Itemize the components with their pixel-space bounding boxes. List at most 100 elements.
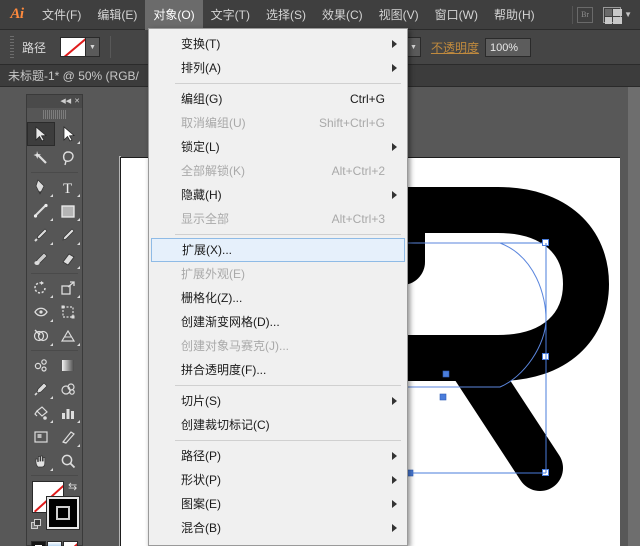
shape-builder-tool[interactable] xyxy=(27,324,55,348)
tools-panel-header[interactable]: ◀◀ ✕ xyxy=(27,95,82,108)
menu-option-0[interactable]: 变换(T) xyxy=(149,32,407,56)
rotate-tool[interactable] xyxy=(27,276,55,300)
submenu-arrow-icon xyxy=(392,452,397,460)
gradient-swatch-button[interactable] xyxy=(47,541,62,546)
menubar-divider xyxy=(572,5,574,24)
options-bar-grip[interactable] xyxy=(10,36,14,58)
chevron-down-icon[interactable]: ▼ xyxy=(624,10,632,19)
symbol-sprayer-tool[interactable] xyxy=(27,353,55,377)
menu-bar-item-0[interactable]: 文件(F) xyxy=(34,0,89,30)
close-icon[interactable]: ✕ xyxy=(74,98,80,105)
selection-tool[interactable] xyxy=(27,122,55,146)
eraser-tool[interactable] xyxy=(55,247,83,271)
magic-wand-tool[interactable] xyxy=(27,146,55,170)
column-graph-tool[interactable] xyxy=(55,401,83,425)
swap-fill-stroke-icon[interactable]: ⇆ xyxy=(68,480,77,493)
menu-option-16[interactable]: 路径(P) xyxy=(149,444,407,468)
artboard-tool[interactable] xyxy=(27,425,55,449)
stroke-black-swatch-panel[interactable] xyxy=(47,497,79,529)
letter-r-artwork[interactable] xyxy=(380,172,630,502)
menu-option-label: 图案(E) xyxy=(181,497,221,511)
type-tool[interactable]: T xyxy=(55,175,83,199)
menu-option-8[interactable]: 扩展(X)... xyxy=(151,238,405,262)
gradient-tool[interactable] xyxy=(55,353,83,377)
collapse-icon[interactable]: ◀◀ xyxy=(60,98,71,105)
menu-option-20[interactable]: 封套扭曲(V) xyxy=(149,540,407,545)
tools-panel-grip[interactable] xyxy=(42,110,67,119)
color-swatch-button[interactable] xyxy=(31,541,46,546)
perspective-grid-tool[interactable] xyxy=(55,324,83,348)
live-paint-bucket-tool[interactable] xyxy=(27,401,55,425)
free-transform-tool[interactable] xyxy=(55,300,83,324)
default-fill-stroke-icon[interactable] xyxy=(31,519,42,530)
opacity-input[interactable]: 100% xyxy=(484,37,531,57)
menu-option-6[interactable]: 隐藏(H) xyxy=(149,183,407,207)
menu-bar-item-6[interactable]: 视图(V) xyxy=(371,0,427,30)
menu-option-label: 变换(T) xyxy=(181,37,221,51)
menu-option-11[interactable]: 创建渐变网格(D)... xyxy=(149,310,407,334)
menu-bar-item-8[interactable]: 帮助(H) xyxy=(486,0,543,30)
bridge-icon[interactable]: Br xyxy=(577,6,594,23)
menu-bar-item-5[interactable]: 效果(C) xyxy=(314,0,371,30)
menu-option-18[interactable]: 图案(E) xyxy=(149,492,407,516)
menu-bar-item-7[interactable]: 窗口(W) xyxy=(427,0,486,30)
eyedropper-tool[interactable] xyxy=(27,377,55,401)
line-segment-tool[interactable] xyxy=(27,199,55,223)
menu-bar-item-2[interactable]: 对象(O) xyxy=(145,0,203,30)
zoom-tool[interactable] xyxy=(55,449,83,473)
tools-divider-2 xyxy=(31,273,78,274)
document-tab[interactable]: 未标题-1* @ 50% (RGB/ xyxy=(8,65,139,87)
menu-option-15[interactable]: 创建裁切标记(C) xyxy=(149,413,407,437)
menu-option-label: 编组(G) xyxy=(181,92,223,106)
rectangle-tool[interactable] xyxy=(55,199,83,223)
menu-option-13[interactable]: 拼合透明度(F)... xyxy=(149,358,407,382)
menu-option-label: 创建渐变网格(D)... xyxy=(181,315,280,329)
menu-option-label: 全部解锁(K) xyxy=(181,164,245,178)
menu-option-2[interactable]: 编组(G) Ctrl+G xyxy=(149,87,407,111)
fill-dropdown-arrow[interactable]: ▼ xyxy=(86,37,101,57)
object-menu-dropdown[interactable]: 变换(T) 排列(A) 编组(G) Ctrl+G 取消编组(U) Shift+Ctrl+G… xyxy=(148,28,408,546)
scale-tool[interactable] xyxy=(55,276,83,300)
path-label: 路径 xyxy=(22,40,47,55)
menu-option-label: 扩展外观(E) xyxy=(181,267,245,281)
blob-brush-tool[interactable] xyxy=(27,247,55,271)
submenu-arrow-icon xyxy=(392,143,397,151)
menu-option-17[interactable]: 形状(P) xyxy=(149,468,407,492)
menu-bar-item-3[interactable]: 文字(T) xyxy=(203,0,258,30)
submenu-arrow-icon xyxy=(392,191,397,199)
slice-tool[interactable] xyxy=(55,425,83,449)
lasso-tool[interactable] xyxy=(55,146,83,170)
menu-option-label: 形状(P) xyxy=(181,473,221,487)
menu-bar-item-1[interactable]: 编辑(E) xyxy=(89,0,145,30)
menu-separator xyxy=(175,83,401,84)
menu-option-7: 显示全部 Alt+Ctrl+3 xyxy=(149,207,407,231)
hand-tool[interactable] xyxy=(27,449,55,473)
fill-swatch-control[interactable]: ▼ xyxy=(60,37,101,57)
tools-panel: ◀◀ ✕ T ⇆ xyxy=(26,94,83,546)
menu-option-10[interactable]: 栅格化(Z)... xyxy=(149,286,407,310)
direct-selection-tool[interactable] xyxy=(55,122,83,146)
blend-tool[interactable] xyxy=(55,377,83,401)
paintbrush-tool[interactable] xyxy=(27,223,55,247)
submenu-arrow-icon xyxy=(392,524,397,532)
color-controls: ⇆ xyxy=(27,479,82,541)
pen-tool[interactable] xyxy=(27,175,55,199)
menu-option-14[interactable]: 切片(S) xyxy=(149,389,407,413)
workspace-switcher-icon[interactable] xyxy=(603,6,623,24)
menu-option-5: 全部解锁(K) Alt+Ctrl+2 xyxy=(149,159,407,183)
stroke-profile-dropdown-arrow[interactable]: ▼ xyxy=(406,37,421,57)
width-tool[interactable] xyxy=(27,300,55,324)
menu-option-label: 排列(A) xyxy=(181,61,221,75)
menu-option-1[interactable]: 排列(A) xyxy=(149,56,407,80)
fill-none-swatch[interactable] xyxy=(60,37,87,57)
opacity-label[interactable]: 不透明度 xyxy=(431,39,479,56)
menu-option-3: 取消编组(U) Shift+Ctrl+G xyxy=(149,111,407,135)
app-logo: Ai xyxy=(10,6,24,22)
menu-option-4[interactable]: 锁定(L) xyxy=(149,135,407,159)
tools-divider-1 xyxy=(31,172,78,173)
menu-bar-item-4[interactable]: 选择(S) xyxy=(258,0,314,30)
svg-text:T: T xyxy=(63,181,72,195)
menu-option-19[interactable]: 混合(B) xyxy=(149,516,407,540)
none-swatch-button[interactable] xyxy=(63,541,78,546)
pencil-tool[interactable] xyxy=(55,223,83,247)
